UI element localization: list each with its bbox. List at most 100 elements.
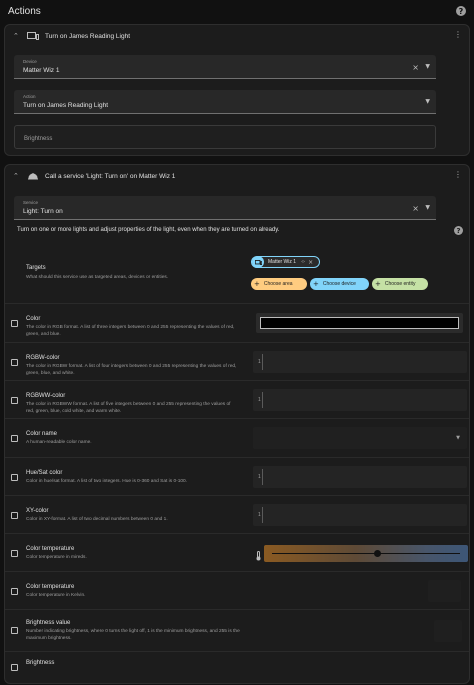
- editor-gutter: [262, 392, 263, 408]
- plus-icon: +: [375, 280, 381, 288]
- line-number: 1: [258, 359, 261, 365]
- field-checkbox[interactable]: [11, 320, 18, 327]
- kebab-menu-icon[interactable]: ⋮: [454, 171, 462, 179]
- field-checkbox[interactable]: [11, 588, 18, 595]
- close-icon[interactable]: ×: [412, 205, 419, 213]
- brightness-value-input[interactable]: [434, 620, 462, 642]
- line-number: 1: [258, 397, 261, 403]
- service-value: Light: Turn on: [23, 208, 63, 215]
- action-card-1-header[interactable]: ⌃ Turn on James Reading Light: [5, 25, 469, 47]
- help-icon[interactable]: ?: [456, 6, 466, 16]
- devices-icon: [27, 32, 39, 40]
- field-desc: The color in RGB format. A list of three…: [26, 325, 235, 337]
- field-title: Color name: [26, 431, 58, 437]
- field-row-hue-sat: Hue/Sat color Color in hue/sat format. A…: [5, 457, 469, 495]
- close-icon[interactable]: ×: [308, 259, 313, 266]
- menu-down-icon[interactable]: ▼: [425, 99, 430, 105]
- field-title: Color: [26, 316, 41, 322]
- field-desc: Color temperature in mireds.: [26, 555, 87, 560]
- service-field[interactable]: Service Light: Turn on × ▼: [14, 196, 436, 220]
- color-temp-slider[interactable]: [264, 545, 468, 562]
- choose-area-label: Choose area: [263, 281, 293, 287]
- choose-entity-button[interactable]: + Choose entity: [372, 278, 428, 290]
- xy-input[interactable]: 1: [253, 504, 467, 526]
- color-name-select[interactable]: ▼: [253, 427, 467, 449]
- menu-down-icon[interactable]: ▼: [425, 64, 430, 70]
- slider-track: [272, 553, 460, 554]
- field-checkbox[interactable]: [11, 397, 18, 404]
- field-row-xy: XY-color Color in XY-format. A list of t…: [5, 495, 469, 533]
- service-description: Turn on one or more lights and adjust pr…: [17, 227, 280, 233]
- thermometer-icon: [256, 548, 261, 561]
- field-checkbox[interactable]: [11, 550, 18, 557]
- field-checkbox[interactable]: [11, 435, 18, 442]
- line-number: 1: [258, 474, 261, 480]
- editor-gutter: [262, 469, 263, 485]
- rgbww-input[interactable]: 1: [253, 389, 467, 411]
- service-label: Service: [23, 200, 39, 205]
- brightness-field[interactable]: Brightness: [14, 125, 436, 149]
- brightness-placeholder: Brightness: [24, 136, 53, 142]
- editor-gutter: [262, 354, 263, 370]
- color-picker[interactable]: [256, 313, 463, 333]
- menu-down-icon: ▼: [456, 435, 460, 441]
- targets-row: Targets What should this service use as …: [5, 243, 469, 301]
- field-desc: Color temperature in Kelvin.: [26, 593, 86, 598]
- choose-device-label: Choose device: [322, 281, 356, 287]
- choose-device-button[interactable]: + Choose device: [310, 278, 369, 290]
- help-icon[interactable]: ?: [454, 226, 463, 235]
- plus-icon: +: [313, 280, 319, 288]
- field-checkbox[interactable]: [11, 474, 18, 481]
- close-icon[interactable]: ×: [412, 64, 419, 72]
- field-checkbox[interactable]: [11, 627, 18, 634]
- field-desc: The color in RGBW format. A list of four…: [26, 364, 237, 376]
- field-title: Color temperature: [26, 546, 75, 552]
- targets-desc: What should this service use as targeted…: [26, 275, 169, 280]
- field-title: XY-color: [26, 508, 49, 514]
- field-row-brightness-value: Brightness value Number indicating brigh…: [5, 609, 469, 651]
- kelvin-input[interactable]: [428, 580, 461, 602]
- action-title: Turn on James Reading Light: [45, 32, 131, 40]
- field-checkbox[interactable]: [11, 664, 18, 671]
- field-title: RGBWW-color: [26, 393, 66, 399]
- field-title: Brightness: [26, 660, 55, 666]
- editor-gutter: [262, 507, 263, 523]
- field-row-color-temp-mireds: Color temperature Color temperature in m…: [5, 533, 469, 571]
- actions-header: Actions ?: [0, 0, 474, 22]
- chevron-up-icon[interactable]: ⌃: [13, 172, 21, 180]
- room-service-icon: [27, 172, 39, 180]
- field-row-rgbw: RGBW-color The color in RGBW format. A l…: [5, 342, 469, 380]
- action-card-2-header[interactable]: ⌃ Call a service 'Light: Turn on' on Mat…: [5, 165, 469, 187]
- field-row-brightness: Brightness: [5, 651, 469, 685]
- selected-device-chip[interactable]: Matter Wiz 1 ‹› ×: [251, 256, 320, 268]
- action-title: Call a service 'Light: Turn on' on Matte…: [45, 172, 176, 180]
- choose-area-button[interactable]: + Choose area: [251, 278, 307, 290]
- action-field[interactable]: Action Turn on James Reading Light ▼: [14, 90, 436, 114]
- field-desc: Color in XY-format. A list of two decima…: [26, 517, 168, 522]
- field-checkbox[interactable]: [11, 512, 18, 519]
- chevron-up-icon[interactable]: ⌃: [13, 32, 21, 40]
- field-desc: Color in hue/sat format. A list of two i…: [26, 479, 188, 484]
- plus-icon: +: [254, 280, 260, 288]
- hue-sat-input[interactable]: 1: [253, 466, 467, 488]
- action-value: Turn on James Reading Light: [23, 102, 109, 109]
- color-swatch: [260, 317, 459, 329]
- devices-icon: [252, 256, 264, 268]
- device-label: Device: [23, 59, 37, 64]
- expand-icon[interactable]: ‹›: [301, 259, 305, 265]
- kebab-menu-icon[interactable]: ⋮: [454, 31, 462, 39]
- choose-entity-label: Choose entity: [384, 281, 416, 287]
- slider-thumb[interactable]: [373, 550, 381, 557]
- rgbw-input[interactable]: 1: [253, 351, 467, 373]
- field-checkbox[interactable]: [11, 359, 18, 366]
- device-field[interactable]: Device Matter Wiz 1 × ▼: [14, 55, 436, 79]
- field-row-color-name: Color name A human-readable color name. …: [5, 418, 469, 457]
- field-desc: Number indicating brightness, where 0 tu…: [26, 629, 240, 641]
- targets-title: Targets: [26, 265, 46, 271]
- field-title: RGBW-color: [26, 355, 60, 361]
- field-title: Brightness value: [26, 620, 71, 626]
- menu-down-icon[interactable]: ▼: [425, 205, 430, 211]
- field-row-color: Color The color in RGB format. A list of…: [5, 303, 469, 342]
- device-value: Matter Wiz 1: [23, 67, 60, 74]
- field-desc: The color in RGBWW format. A list of fiv…: [26, 402, 231, 414]
